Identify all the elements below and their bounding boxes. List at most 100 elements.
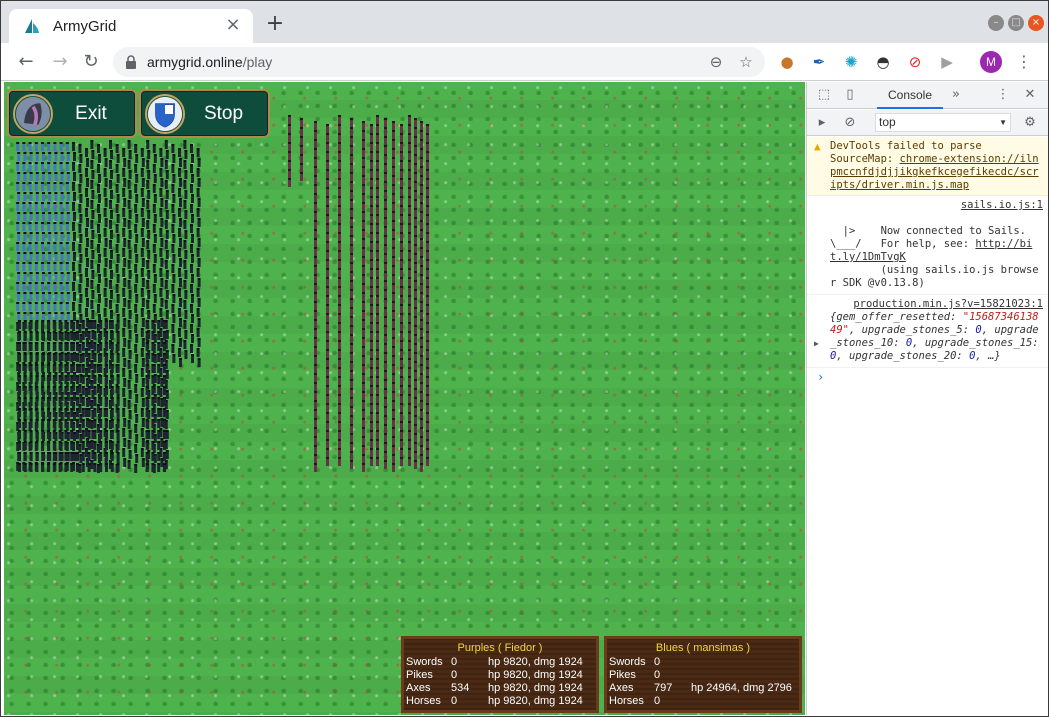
soldier-head: [35, 272, 39, 274]
tab-armygrid[interactable]: ArmyGrid ×: [9, 9, 253, 43]
reload-icon[interactable]: ↻: [78, 49, 104, 75]
soldier-unit: [86, 220, 89, 227]
sidebar-toggle-icon[interactable]: ▸: [813, 114, 831, 132]
game-battlefield[interactable]: Exit Stop Purples ( Fiedor ) Swords 0 hp 9…: [4, 82, 805, 715]
soldier-unit: [171, 206, 175, 213]
soldier-unit: [110, 333, 114, 340]
block-extension-icon[interactable]: ⊘: [905, 52, 925, 72]
soldier-head: [196, 348, 200, 350]
soldier-head: [127, 420, 131, 422]
soldier-unit: [41, 322, 45, 329]
soldier-head: [163, 375, 166, 377]
soldier-unit: [17, 234, 21, 241]
close-window-icon[interactable]: ×: [1028, 15, 1044, 31]
soldier-unit: [300, 147, 303, 154]
maximize-icon[interactable]: □: [1008, 15, 1024, 31]
soldier-head: [197, 158, 201, 160]
soldier-unit: [104, 300, 108, 307]
soldier-head: [116, 254, 120, 256]
production-source-link[interactable]: production.min.js?v=15821023:1: [830, 298, 1043, 311]
soldier-unit: [73, 334, 76, 341]
soldier-head: [172, 154, 176, 156]
new-tab-icon[interactable]: +: [263, 13, 287, 37]
soldier-unit: [86, 240, 89, 247]
soldier-head: [116, 364, 120, 366]
soldier-head: [134, 164, 138, 166]
camera-extension-icon[interactable]: ▶: [937, 52, 957, 72]
soldier-unit: [54, 174, 58, 181]
soldier-unit: [70, 421, 74, 428]
gear-extension-icon[interactable]: ✺: [841, 52, 861, 72]
soldier-head: [123, 438, 127, 440]
soldier-unit: [314, 294, 317, 301]
soldier-head: [41, 302, 44, 304]
soldier-unit: [165, 172, 169, 179]
soldier-unit: [87, 388, 91, 395]
soldier-unit: [314, 258, 317, 265]
soldier-unit: [153, 216, 157, 223]
soldier-unit: [171, 166, 175, 173]
browser-menu-icon[interactable]: ⋮: [1014, 51, 1034, 73]
soldier-head: [384, 352, 387, 354]
spy-extension-icon[interactable]: ◓: [873, 52, 893, 72]
minimize-icon[interactable]: –: [988, 15, 1004, 31]
purple-army: [288, 115, 429, 472]
exit-button[interactable]: Exit: [7, 89, 137, 138]
clear-console-icon[interactable]: ⊘: [841, 114, 859, 132]
soldier-head: [135, 174, 139, 176]
soldier-head: [151, 430, 155, 432]
soldier-unit: [110, 366, 114, 373]
soldier-unit: [72, 184, 75, 191]
tab-close-icon[interactable]: ×: [223, 16, 243, 36]
soldier-head: [172, 234, 176, 236]
cookie-extension-icon[interactable]: ●: [777, 52, 797, 72]
close-devtools-icon[interactable]: ✕: [1021, 86, 1039, 104]
bookmark-star-icon[interactable]: ☆: [735, 51, 757, 73]
soldier-unit: [392, 240, 395, 247]
soldier-unit: [58, 355, 62, 362]
soldier-head: [197, 198, 201, 200]
object-preview[interactable]: ▶ {gem_offer_resetted: "1568734613849", u…: [814, 311, 1043, 363]
soldier-head: [141, 298, 145, 300]
address-bar[interactable]: armygrid.online/play ⊖ ☆: [113, 47, 765, 77]
soldier-unit: [362, 402, 365, 409]
context-selector[interactable]: top ▼: [875, 113, 1011, 132]
profile-avatar[interactable]: M: [980, 51, 1002, 73]
soldier-head: [420, 175, 423, 177]
soldier-head: [426, 205, 429, 207]
tab-console[interactable]: Console: [877, 82, 943, 109]
soldier-unit: [183, 342, 187, 349]
soldier-head: [41, 463, 45, 465]
soldier-head: [392, 184, 395, 186]
soldier-unit: [183, 142, 187, 149]
soldier-head: [109, 200, 112, 202]
console-prompt[interactable]: ›: [807, 368, 1048, 387]
soldier-unit: [16, 264, 20, 271]
soldier-unit: [98, 196, 101, 203]
sails-source-link[interactable]: sails.io.js:1: [830, 199, 1043, 212]
soldier-head: [288, 142, 291, 144]
soldier-head: [314, 130, 317, 132]
soldier-unit: [400, 135, 403, 142]
soldier-unit: [122, 250, 126, 257]
soldier-head: [178, 188, 181, 190]
soldier-unit: [93, 344, 97, 351]
more-tabs-icon[interactable]: »: [947, 86, 965, 104]
soldier-head: [376, 250, 379, 252]
soldier-unit: [350, 417, 353, 424]
forward-arrow-icon[interactable]: →: [47, 49, 73, 75]
soldier-head: [414, 442, 417, 444]
console-settings-gear-icon[interactable]: ⚙: [1021, 114, 1039, 132]
expand-triangle-icon[interactable]: ▶: [814, 337, 819, 350]
soldier-head: [400, 340, 403, 342]
device-toolbar-icon[interactable]: ▯: [841, 86, 859, 104]
zoom-icon[interactable]: ⊖: [705, 51, 727, 73]
unit-stats: [691, 656, 799, 669]
soldier-unit: [160, 200, 164, 207]
soldier-unit: [93, 388, 97, 395]
devtools-menu-icon[interactable]: ⋮: [994, 86, 1012, 104]
pen-extension-icon[interactable]: ✒: [809, 52, 829, 72]
back-arrow-icon[interactable]: ←: [13, 49, 39, 75]
inspect-element-icon[interactable]: ⬚: [815, 86, 833, 104]
stop-button[interactable]: Stop: [139, 89, 270, 138]
